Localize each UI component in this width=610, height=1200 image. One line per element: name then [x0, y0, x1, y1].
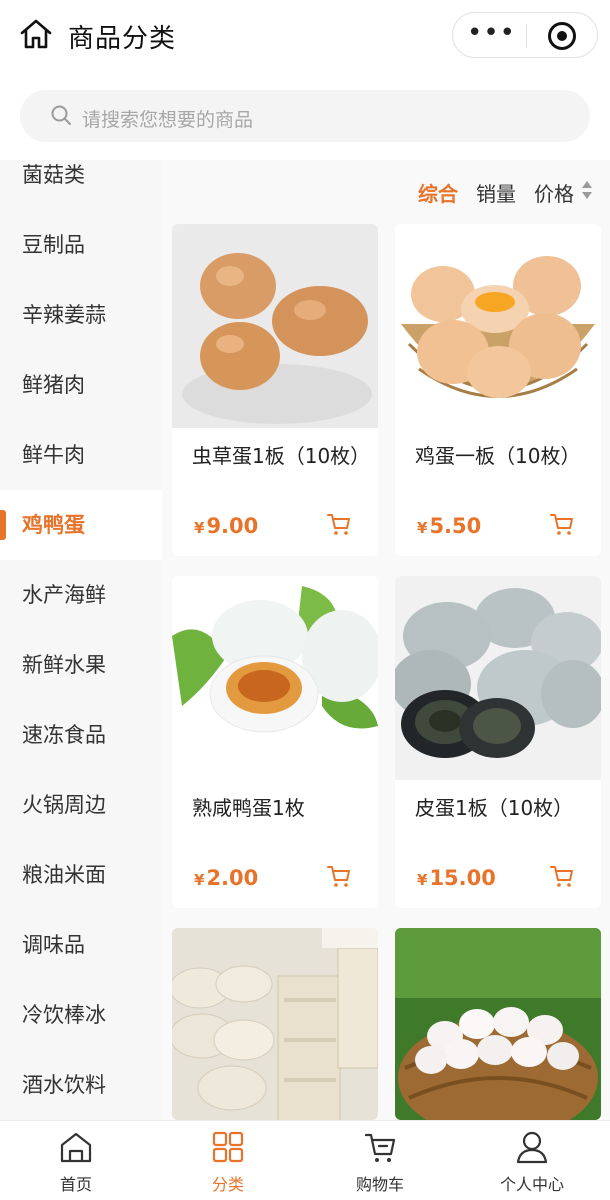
tab-cart-icon: [364, 1133, 396, 1162]
bottom-tab-bar: 首页 分类 购物车 个人中心: [0, 1120, 610, 1200]
search-input[interactable]: 请搜索您想要的商品: [82, 105, 253, 132]
tab-cart[interactable]: 购物车: [304, 1121, 456, 1200]
salted-duck-egg-image: [172, 576, 378, 780]
tab-category-icon: [212, 1131, 244, 1163]
tab-profile-icon: [516, 1131, 548, 1164]
tab-home[interactable]: 首页: [0, 1121, 152, 1200]
currency-symbol: ¥: [417, 871, 428, 889]
more-icon[interactable]: •••: [467, 17, 515, 53]
header: 商品分类 •••: [0, 0, 610, 72]
sidebar-item-drinks[interactable]: 酒水饮料: [0, 1050, 162, 1120]
product-card[interactable]: [172, 928, 378, 1120]
price-value: 2.00: [206, 866, 259, 890]
search-icon: [51, 105, 71, 125]
tab-profile-label: 个人中心: [499, 1175, 564, 1194]
product-name: 皮蛋1板（10枚）: [415, 796, 574, 820]
close-capsule-icon[interactable]: [548, 22, 576, 50]
sidebar-item-hotpot[interactable]: 火锅周边: [0, 770, 162, 840]
cart-add-icon[interactable]: [549, 511, 575, 537]
product-card[interactable]: [395, 928, 601, 1120]
tab-category[interactable]: 分类: [152, 1121, 304, 1200]
page-title: 商品分类: [68, 24, 177, 54]
century-eggs-image: [395, 576, 601, 780]
mini-program-capsule: •••: [452, 12, 598, 58]
product-area: 综合 销量 价格 虫草蛋1板（10枚） ¥9.00 鸡蛋一板（10枚） ¥5.5…: [162, 160, 610, 1120]
tab-category-label: 分类: [211, 1175, 244, 1194]
price-value: 5.50: [429, 514, 482, 538]
sidebar-item-tofu[interactable]: 豆制品: [0, 210, 162, 280]
cart-add-icon[interactable]: [326, 863, 352, 889]
sidebar-item-frozen[interactable]: 速冻食品: [0, 700, 162, 770]
product-card[interactable]: 鸡蛋一板（10枚） ¥5.50: [395, 224, 601, 556]
page: 商品分类 ••• 请搜索您想要的商品 菌菇类 豆制品 辛辣姜蒜 鲜猪肉 鲜牛肉 …: [0, 0, 610, 1200]
sidebar-item-beef[interactable]: 鲜牛肉: [0, 420, 162, 490]
category-sidebar: 菌菇类 豆制品 辛辣姜蒜 鲜猪肉 鲜牛肉 鸡鸭蛋 水产海鲜 新鲜水果 速冻食品 …: [0, 160, 162, 1120]
sidebar-item-spicy[interactable]: 辛辣姜蒜: [0, 280, 162, 350]
sort-bar: 综合 销量 价格: [162, 160, 610, 220]
tab-home-icon: [60, 1132, 92, 1163]
sidebar-item-mushrooms[interactable]: 菌菇类: [0, 160, 162, 210]
price-value: 15.00: [429, 866, 496, 890]
sort-sales[interactable]: 销量: [476, 178, 516, 207]
product-price: ¥2.00: [194, 866, 258, 890]
currency-symbol: ¥: [194, 519, 205, 537]
white-eggs-basket-image: [395, 928, 601, 1120]
product-card[interactable]: 皮蛋1板（10枚） ¥15.00: [395, 576, 601, 908]
product-price: ¥5.50: [417, 514, 481, 538]
product-name: 鸡蛋一板（10枚）: [415, 444, 581, 468]
product-name: 虫草蛋1板（10枚）: [192, 444, 371, 468]
sort-price[interactable]: 价格: [534, 178, 574, 207]
product-price: ¥9.00: [194, 514, 258, 538]
tab-home-label: 首页: [59, 1175, 92, 1194]
cart-add-icon[interactable]: [549, 863, 575, 889]
sidebar-item-pork[interactable]: 鲜猪肉: [0, 350, 162, 420]
brown-eggs-image: [172, 224, 378, 428]
product-card[interactable]: 虫草蛋1板（10枚） ¥9.00: [172, 224, 378, 556]
tab-cart-label: 购物车: [355, 1175, 404, 1194]
price-value: 9.00: [206, 514, 259, 538]
sidebar-item-eggs[interactable]: 鸡鸭蛋: [0, 490, 162, 560]
currency-symbol: ¥: [194, 871, 205, 889]
sidebar-item-ice[interactable]: 冷饮棒冰: [0, 980, 162, 1050]
product-name: 熟咸鸭蛋1枚: [192, 796, 305, 820]
home-icon[interactable]: [18, 16, 54, 52]
capsule-divider: [526, 24, 527, 48]
sidebar-item-fruit[interactable]: 新鲜水果: [0, 630, 162, 700]
currency-symbol: ¥: [417, 519, 428, 537]
sort-comprehensive[interactable]: 综合: [418, 178, 458, 207]
sidebar-item-seafood[interactable]: 水产海鲜: [0, 560, 162, 630]
sort-arrows-icon[interactable]: [580, 178, 594, 202]
cart-add-icon[interactable]: [326, 511, 352, 537]
sidebar-item-seasoning[interactable]: 调味品: [0, 910, 162, 980]
product-card[interactable]: 熟咸鸭蛋1枚 ¥2.00: [172, 576, 378, 908]
product-price: ¥15.00: [417, 866, 496, 890]
search-bar[interactable]: 请搜索您想要的商品: [20, 90, 590, 142]
sidebar-item-grain-oil[interactable]: 粮油米面: [0, 840, 162, 910]
tab-profile[interactable]: 个人中心: [456, 1121, 608, 1200]
eggs-in-basket-image: [395, 224, 601, 428]
tofu-skin-image: [172, 928, 378, 1120]
